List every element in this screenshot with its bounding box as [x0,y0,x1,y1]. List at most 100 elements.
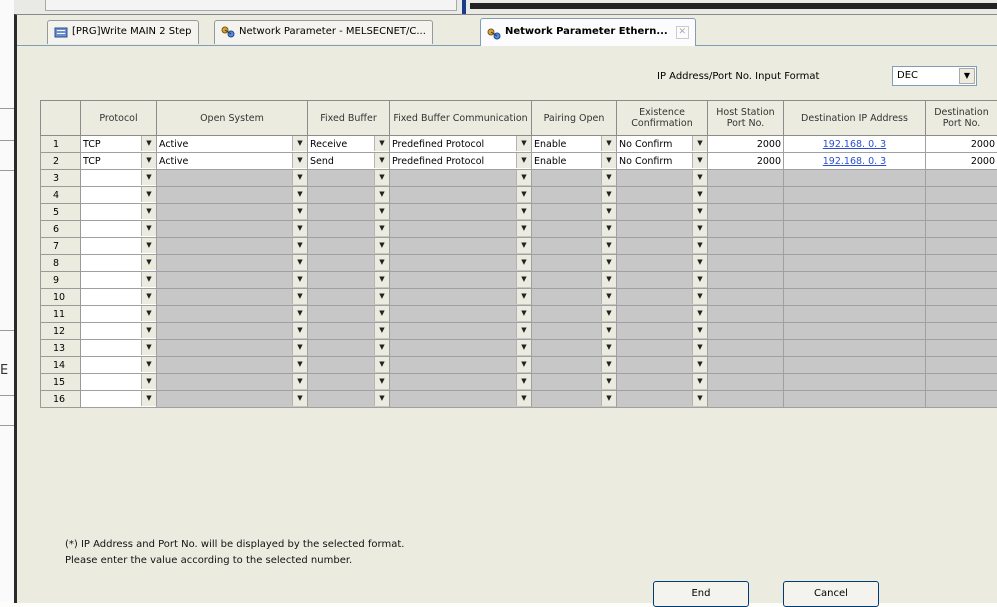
chevron-down-icon[interactable]: ▼ [292,272,307,287]
close-icon[interactable]: ✕ [676,26,689,39]
destination-port-field[interactable] [926,204,997,221]
chevron-down-icon[interactable]: ▼ [692,306,707,321]
chevron-down-icon[interactable]: ▼ [292,340,307,355]
destination-ip-field[interactable] [784,289,926,306]
existence-confirmation-select[interactable]: ▼ [617,238,708,255]
chevron-down-icon[interactable]: ▼ [374,238,389,253]
fixed-buffer-select[interactable]: ▼ [308,170,390,187]
chevron-down-icon[interactable]: ▼ [374,272,389,287]
fixed-buffer-communication-select[interactable]: ▼ [390,221,532,238]
protocol-select[interactable]: ▼ [81,391,157,408]
pairing-open-select[interactable]: ▼ [532,255,617,272]
existence-confirmation-select[interactable]: ▼ [617,306,708,323]
chevron-down-icon[interactable]: ▼ [374,357,389,372]
chevron-down-icon[interactable]: ▼ [692,204,707,219]
chevron-down-icon[interactable]: ▼ [516,204,531,219]
chevron-down-icon[interactable]: ▼ [601,323,616,338]
pairing-open-select[interactable]: ▼ [532,221,617,238]
host-port-field[interactable] [708,187,784,204]
fixed-buffer-select[interactable]: Send▼ [308,153,390,170]
chevron-down-icon[interactable]: ▼ [141,221,156,236]
fixed-buffer-communication-select[interactable]: ▼ [390,374,532,391]
existence-confirmation-select[interactable]: No Confirm▼ [617,153,708,170]
chevron-down-icon[interactable]: ▼ [292,204,307,219]
protocol-select[interactable]: ▼ [81,374,157,391]
fixed-buffer-select[interactable]: ▼ [308,340,390,357]
pairing-open-select[interactable]: ▼ [532,357,617,374]
protocol-select[interactable]: ▼ [81,272,157,289]
host-port-field[interactable] [708,357,784,374]
open-system-select[interactable]: ▼ [157,187,308,204]
chevron-down-icon[interactable]: ▼ [601,391,616,406]
chevron-down-icon[interactable]: ▼ [292,136,307,151]
open-system-select[interactable]: ▼ [157,170,308,187]
chevron-down-icon[interactable]: ▼ [141,323,156,338]
destination-ip-field[interactable] [784,187,926,204]
destination-ip-field[interactable] [784,204,926,221]
open-system-select[interactable]: ▼ [157,221,308,238]
chevron-down-icon[interactable]: ▼ [601,255,616,270]
open-system-select[interactable]: ▼ [157,323,308,340]
destination-port-field[interactable] [926,255,997,272]
existence-confirmation-select[interactable]: ▼ [617,340,708,357]
tab-network-parameter-ethernet[interactable]: Network Parameter Ethern...✕ [480,18,696,46]
chevron-down-icon[interactable]: ▼ [692,187,707,202]
pairing-open-select[interactable]: ▼ [532,204,617,221]
chevron-down-icon[interactable]: ▼ [141,255,156,270]
chevron-down-icon[interactable]: ▼ [516,136,531,151]
end-button[interactable]: End [653,581,749,607]
chevron-down-icon[interactable]: ▼ [692,136,707,151]
chevron-down-icon[interactable]: ▼ [292,391,307,406]
chevron-down-icon[interactable]: ▼ [141,170,156,185]
host-port-field[interactable] [708,170,784,187]
destination-ip-field[interactable] [784,340,926,357]
destination-ip-field[interactable] [784,170,926,187]
destination-ip-field[interactable] [784,255,926,272]
host-port-field[interactable] [708,221,784,238]
chevron-down-icon[interactable]: ▼ [601,289,616,304]
chevron-down-icon[interactable]: ▼ [692,323,707,338]
chevron-down-icon[interactable]: ▼ [141,136,156,151]
protocol-select[interactable]: ▼ [81,187,157,204]
chevron-down-icon[interactable]: ▼ [601,170,616,185]
chevron-down-icon[interactable]: ▼ [374,340,389,355]
chevron-down-icon[interactable]: ▼ [516,289,531,304]
fixed-buffer-communication-select[interactable]: ▼ [390,272,532,289]
chevron-down-icon[interactable]: ▼ [141,306,156,321]
chevron-down-icon[interactable]: ▼ [141,357,156,372]
chevron-down-icon[interactable]: ▼ [374,374,389,389]
destination-port-field[interactable] [926,238,997,255]
chevron-down-icon[interactable]: ▼ [516,255,531,270]
existence-confirmation-select[interactable]: ▼ [617,204,708,221]
chevron-down-icon[interactable]: ▼ [516,221,531,236]
chevron-down-icon[interactable]: ▼ [516,323,531,338]
chevron-down-icon[interactable]: ▼ [292,238,307,253]
fixed-buffer-communication-select[interactable]: ▼ [390,357,532,374]
fixed-buffer-select[interactable]: ▼ [308,374,390,391]
tab-prg-write-main[interactable]: [PRG]Write MAIN 2 Step [47,20,199,44]
destination-ip-field[interactable] [784,391,926,408]
chevron-down-icon[interactable]: ▼ [692,221,707,236]
existence-confirmation-select[interactable]: ▼ [617,187,708,204]
fixed-buffer-select[interactable]: ▼ [308,187,390,204]
chevron-down-icon[interactable]: ▼ [292,170,307,185]
chevron-down-icon[interactable]: ▼ [141,187,156,202]
pairing-open-select[interactable]: Enable▼ [532,153,617,170]
chevron-down-icon[interactable]: ▼ [292,289,307,304]
chevron-down-icon[interactable]: ▼ [601,238,616,253]
fixed-buffer-select[interactable]: ▼ [308,391,390,408]
tab-network-parameter-melsecnet[interactable]: Network Parameter - MELSECNET/C... [214,20,433,44]
chevron-down-icon[interactable]: ▼ [601,357,616,372]
host-port-field[interactable]: 2000 [708,153,784,170]
chevron-down-icon[interactable]: ▼ [141,204,156,219]
existence-confirmation-select[interactable]: ▼ [617,221,708,238]
open-system-select[interactable]: ▼ [157,357,308,374]
host-port-field[interactable] [708,238,784,255]
chevron-down-icon[interactable]: ▼ [601,221,616,236]
destination-port-field[interactable] [926,187,997,204]
open-system-select[interactable]: ▼ [157,374,308,391]
destination-ip-field[interactable] [784,374,926,391]
fixed-buffer-select[interactable]: ▼ [308,357,390,374]
chevron-down-icon[interactable]: ▼ [374,255,389,270]
chevron-down-icon[interactable]: ▼ [516,170,531,185]
